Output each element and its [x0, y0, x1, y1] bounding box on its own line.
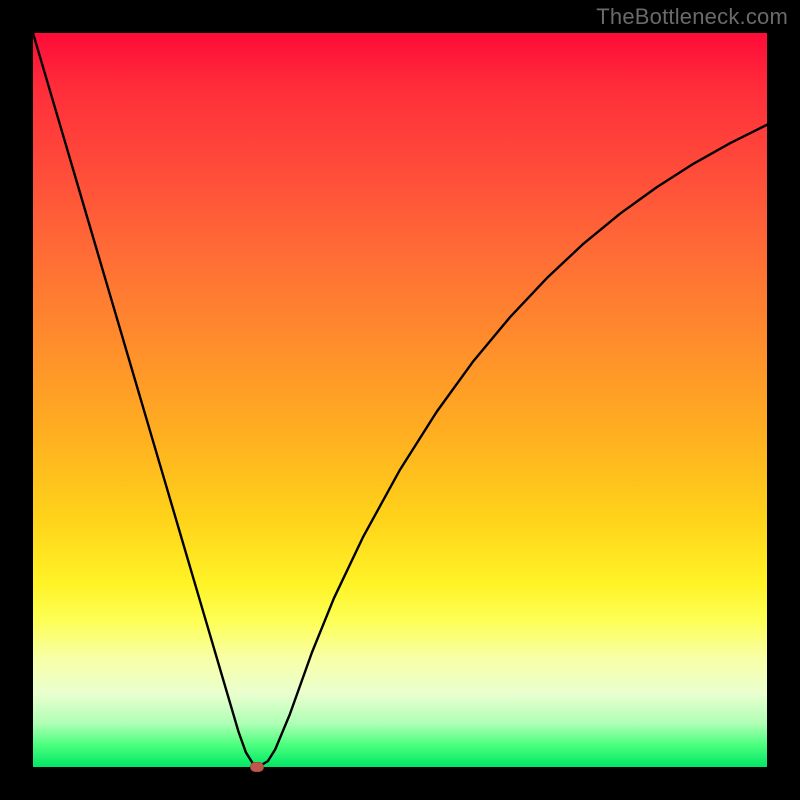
- watermark-text: TheBottleneck.com: [596, 4, 788, 30]
- bottleneck-curve: [33, 33, 767, 767]
- plot-container: [33, 33, 767, 767]
- optimal-point-marker: [250, 762, 264, 772]
- chart-frame: TheBottleneck.com: [0, 0, 800, 800]
- curve-path: [33, 33, 767, 766]
